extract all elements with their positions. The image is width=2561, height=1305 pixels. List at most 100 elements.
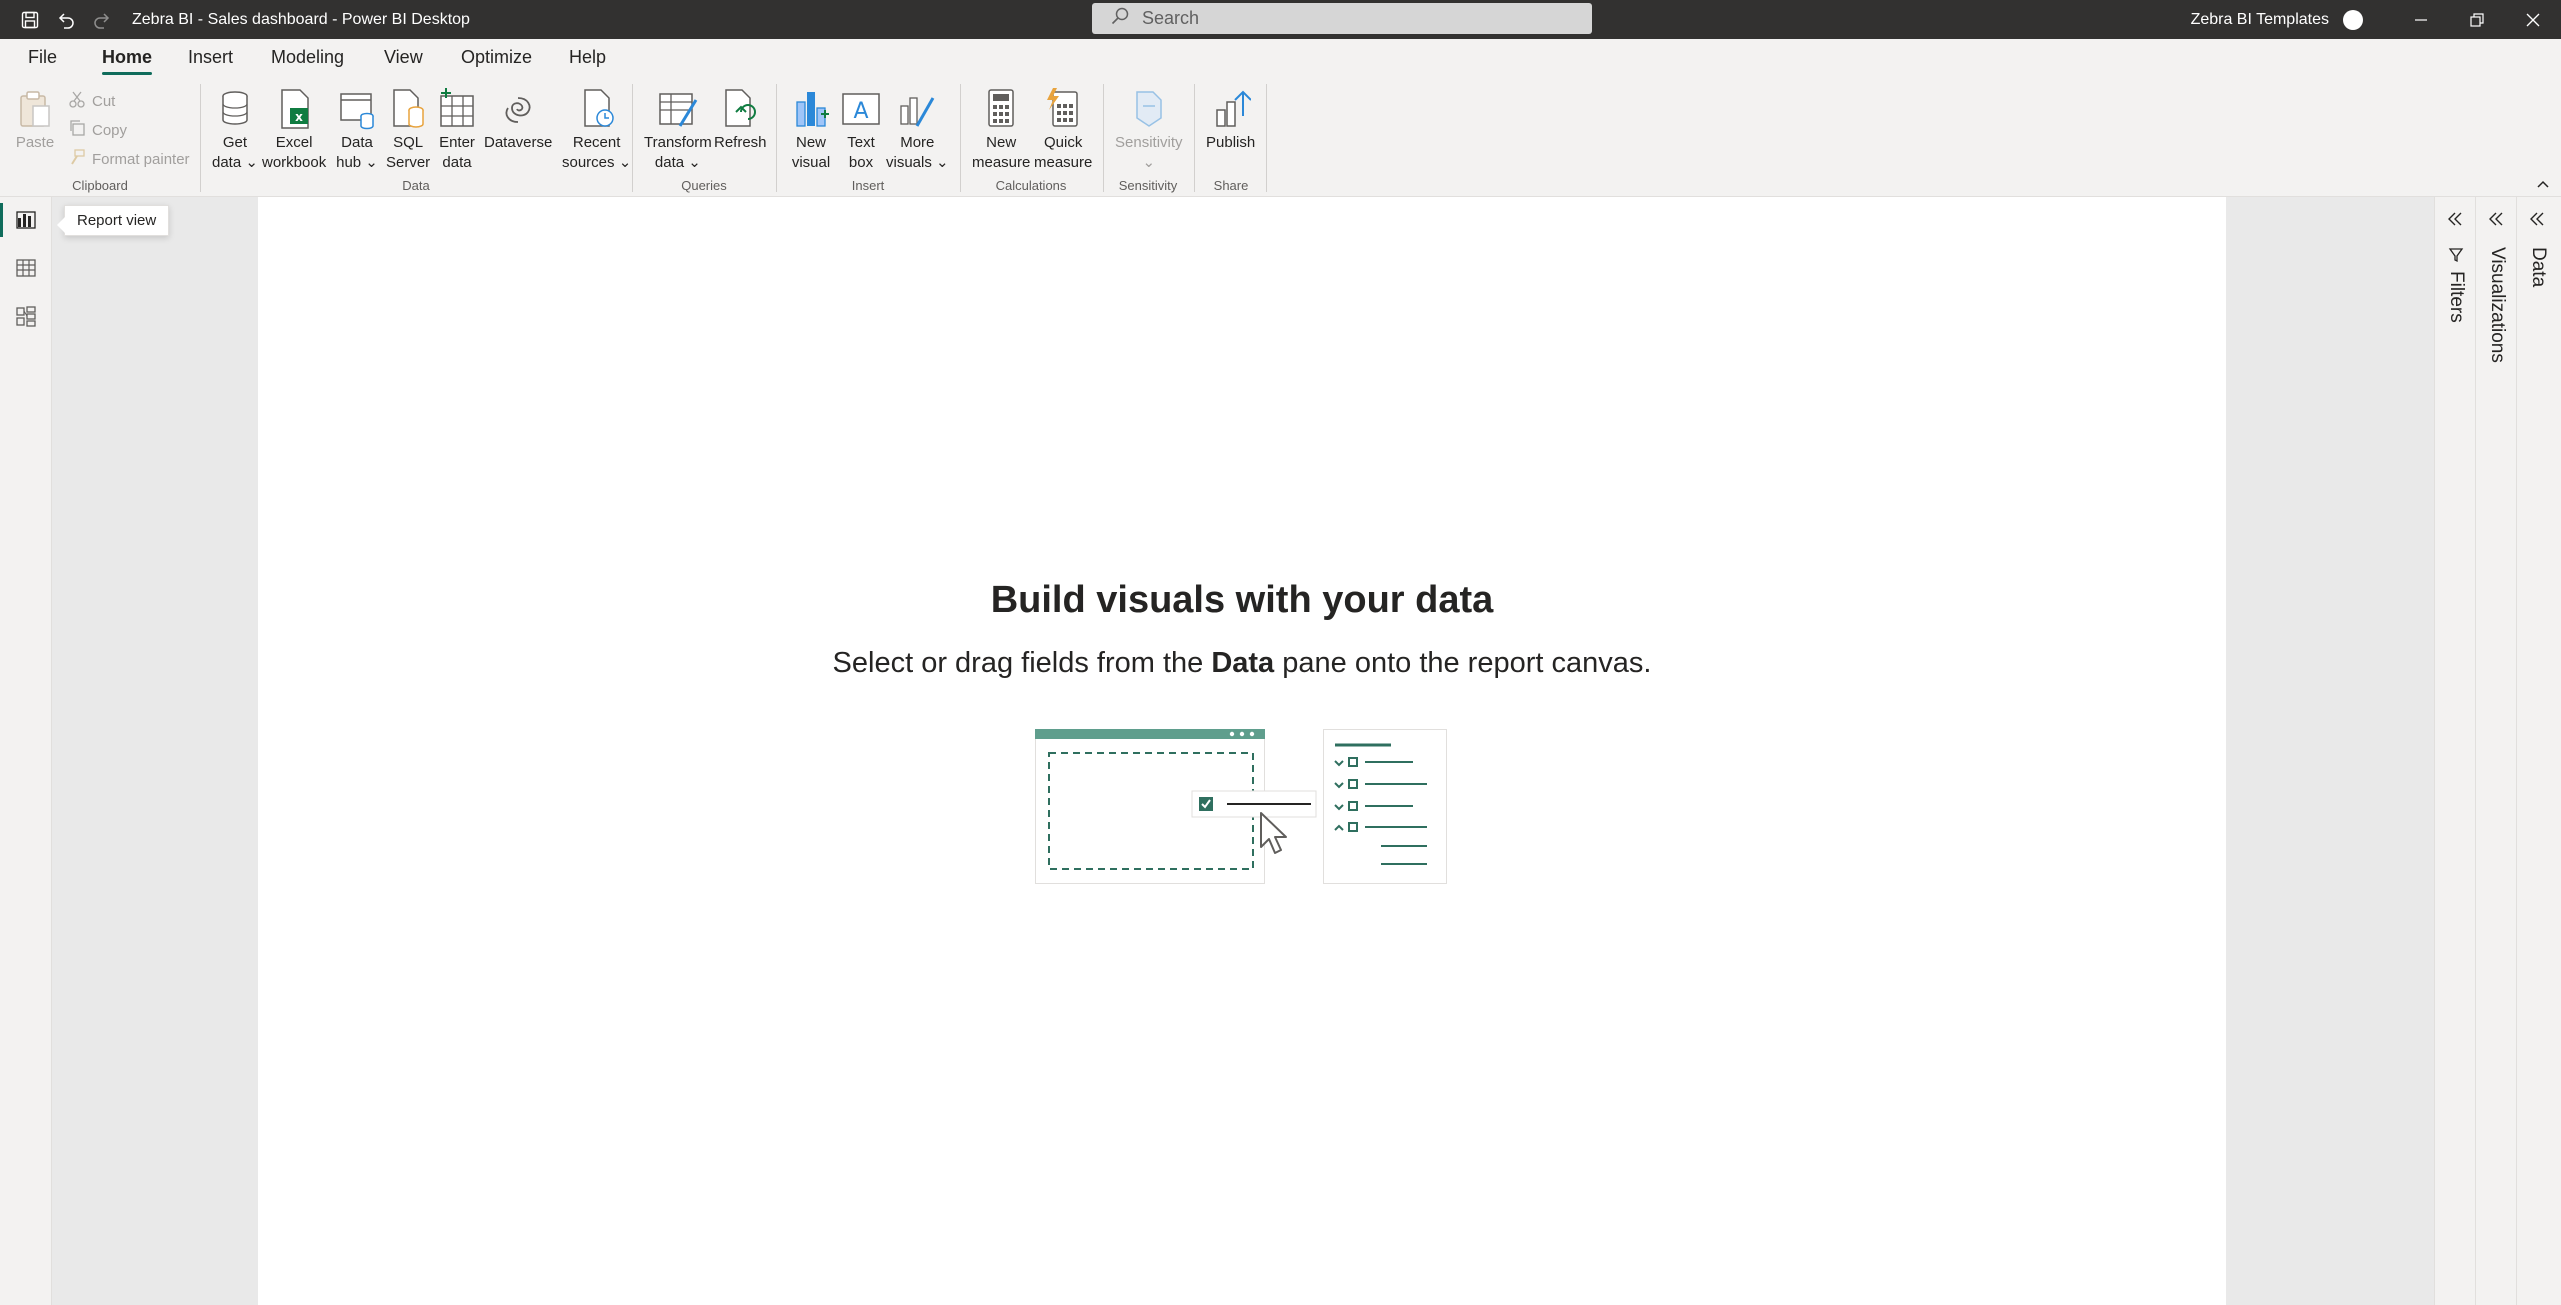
group-label-calculations: Calculations <box>995 178 1067 193</box>
group-divider <box>960 84 961 192</box>
text-box-button[interactable]: A Text box <box>840 86 882 173</box>
window-title: Zebra BI - Sales dashboard - Power BI De… <box>132 10 470 28</box>
search-icon <box>1110 6 1142 31</box>
undo-icon[interactable] <box>48 0 84 39</box>
calculator-icon <box>980 86 1022 132</box>
collapse-ribbon-icon[interactable] <box>2535 176 2551 192</box>
ribbon-tabs: File Home Insert Modeling View Optimize … <box>0 39 2561 76</box>
group-divider <box>1103 84 1104 192</box>
report-view-tooltip: Report view <box>56 205 170 236</box>
search-placeholder: Search <box>1142 8 1200 28</box>
more-visuals-button[interactable]: More visuals ⌄ <box>886 86 949 173</box>
group-label-share: Share <box>1213 178 1249 193</box>
report-view-icon[interactable] <box>0 197 52 243</box>
visualizations-pane-label: Visualizations <box>2487 247 2508 363</box>
tab-optimize[interactable]: Optimize <box>461 39 532 76</box>
publish-icon <box>1210 86 1252 132</box>
sql-server-button[interactable]: SQL Server <box>386 86 430 173</box>
recent-sources-button[interactable]: Recent sources ⌄ <box>562 86 631 173</box>
tab-file[interactable]: File <box>28 39 57 76</box>
dataverse-icon <box>497 86 539 132</box>
copy-button[interactable]: Copy <box>68 119 127 141</box>
group-divider <box>776 84 777 192</box>
report-canvas[interactable]: Build visuals with your data Select or d… <box>258 197 2226 1305</box>
refresh-icon <box>719 86 761 132</box>
group-label-queries: Queries <box>681 178 727 193</box>
group-label-sensitivity: Sensitivity <box>1118 178 1178 193</box>
search-box[interactable]: Search <box>1092 3 1592 34</box>
ribbon: Paste Cut Copy Format painter Clipboard … <box>0 76 2561 197</box>
empty-state-title: Build visuals with your data <box>990 579 1494 621</box>
paintbrush-icon <box>68 148 92 170</box>
data-hub-button[interactable]: Data hub ⌄ <box>336 86 378 173</box>
title-bar: Zebra BI - Sales dashboard - Power BI De… <box>0 0 2561 39</box>
tab-help[interactable]: Help <box>569 39 606 76</box>
restore-icon[interactable] <box>2449 0 2505 39</box>
bar-chart-icon <box>790 86 832 132</box>
tab-view[interactable]: View <box>384 39 423 76</box>
enter-data-button[interactable]: Enter data <box>436 86 478 173</box>
table-plus-icon <box>436 86 478 132</box>
view-switcher <box>0 197 52 1305</box>
get-data-button[interactable]: Get data ⌄ <box>212 86 258 173</box>
user-name[interactable]: Zebra BI Templates <box>2191 11 2329 29</box>
group-divider <box>632 84 633 192</box>
expand-chevron-icon[interactable] <box>2486 209 2506 229</box>
close-icon[interactable] <box>2505 0 2561 39</box>
text-box-icon: A <box>840 86 882 132</box>
save-icon[interactable] <box>12 0 48 39</box>
publish-button[interactable]: Publish <box>1206 86 1255 153</box>
new-measure-button[interactable]: New measure <box>972 86 1030 173</box>
transform-data-button[interactable]: Transform data ⌄ <box>644 86 712 173</box>
quick-measure-button[interactable]: Quick measure <box>1034 86 1092 173</box>
group-label-clipboard: Clipboard <box>72 178 128 193</box>
filters-pane-collapsed[interactable]: Filters <box>2434 197 2475 1305</box>
group-divider <box>200 84 201 192</box>
paste-icon <box>14 86 56 132</box>
svg-text:x: x <box>295 110 303 124</box>
group-divider <box>1194 84 1195 192</box>
filter-icon <box>2445 247 2467 271</box>
data-pane-label: Data <box>2528 247 2549 288</box>
cut-button[interactable]: Cut <box>68 90 115 112</box>
avatar[interactable] <box>2343 9 2363 30</box>
visualizations-pane-collapsed[interactable]: Visualizations <box>2475 197 2516 1305</box>
minimize-icon[interactable] <box>2393 0 2449 39</box>
data-pane-collapsed[interactable]: Data <box>2516 197 2561 1305</box>
model-view-icon[interactable] <box>0 293 52 339</box>
filters-pane-label: Filters <box>2445 247 2467 323</box>
expand-chevron-icon[interactable] <box>2527 209 2547 229</box>
field-list-illustration <box>1323 729 1447 884</box>
database-icon <box>214 86 256 132</box>
new-visual-button[interactable]: New visual <box>790 86 832 173</box>
dragged-field-illustration <box>1191 790 1317 818</box>
excel-workbook-button[interactable]: x Excel workbook <box>262 86 326 173</box>
group-divider <box>1266 84 1267 192</box>
recent-sources-icon <box>576 86 618 132</box>
scissors-icon <box>68 90 92 112</box>
tab-insert[interactable]: Insert <box>188 39 233 76</box>
empty-state-illustration <box>1035 729 1447 884</box>
expand-chevron-icon[interactable] <box>2445 209 2465 229</box>
sensitivity-label-icon <box>1128 86 1170 132</box>
format-painter-button[interactable]: Format painter <box>68 148 190 170</box>
more-visuals-icon <box>896 86 938 132</box>
transform-data-icon <box>657 86 699 132</box>
tab-home[interactable]: Home <box>102 39 153 76</box>
copy-icon <box>68 119 92 141</box>
sql-server-icon <box>387 86 429 132</box>
redo-icon[interactable] <box>84 0 120 39</box>
group-label-insert: Insert <box>851 178 885 193</box>
paste-button[interactable]: Paste <box>14 86 56 153</box>
empty-state-subtitle: Select or drag fields from the Data pane… <box>832 647 1652 679</box>
table-view-icon[interactable] <box>0 245 52 291</box>
refresh-button[interactable]: Refresh <box>714 86 767 153</box>
svg-text:A: A <box>853 99 868 124</box>
sensitivity-button[interactable]: Sensitivity ⌄ <box>1115 86 1183 173</box>
tab-modeling[interactable]: Modeling <box>271 39 344 76</box>
quick-measure-icon <box>1042 86 1084 132</box>
data-hub-icon <box>336 86 378 132</box>
excel-icon: x <box>273 86 315 132</box>
dataverse-button[interactable]: Dataverse <box>484 86 552 153</box>
group-label-data: Data <box>402 178 430 193</box>
